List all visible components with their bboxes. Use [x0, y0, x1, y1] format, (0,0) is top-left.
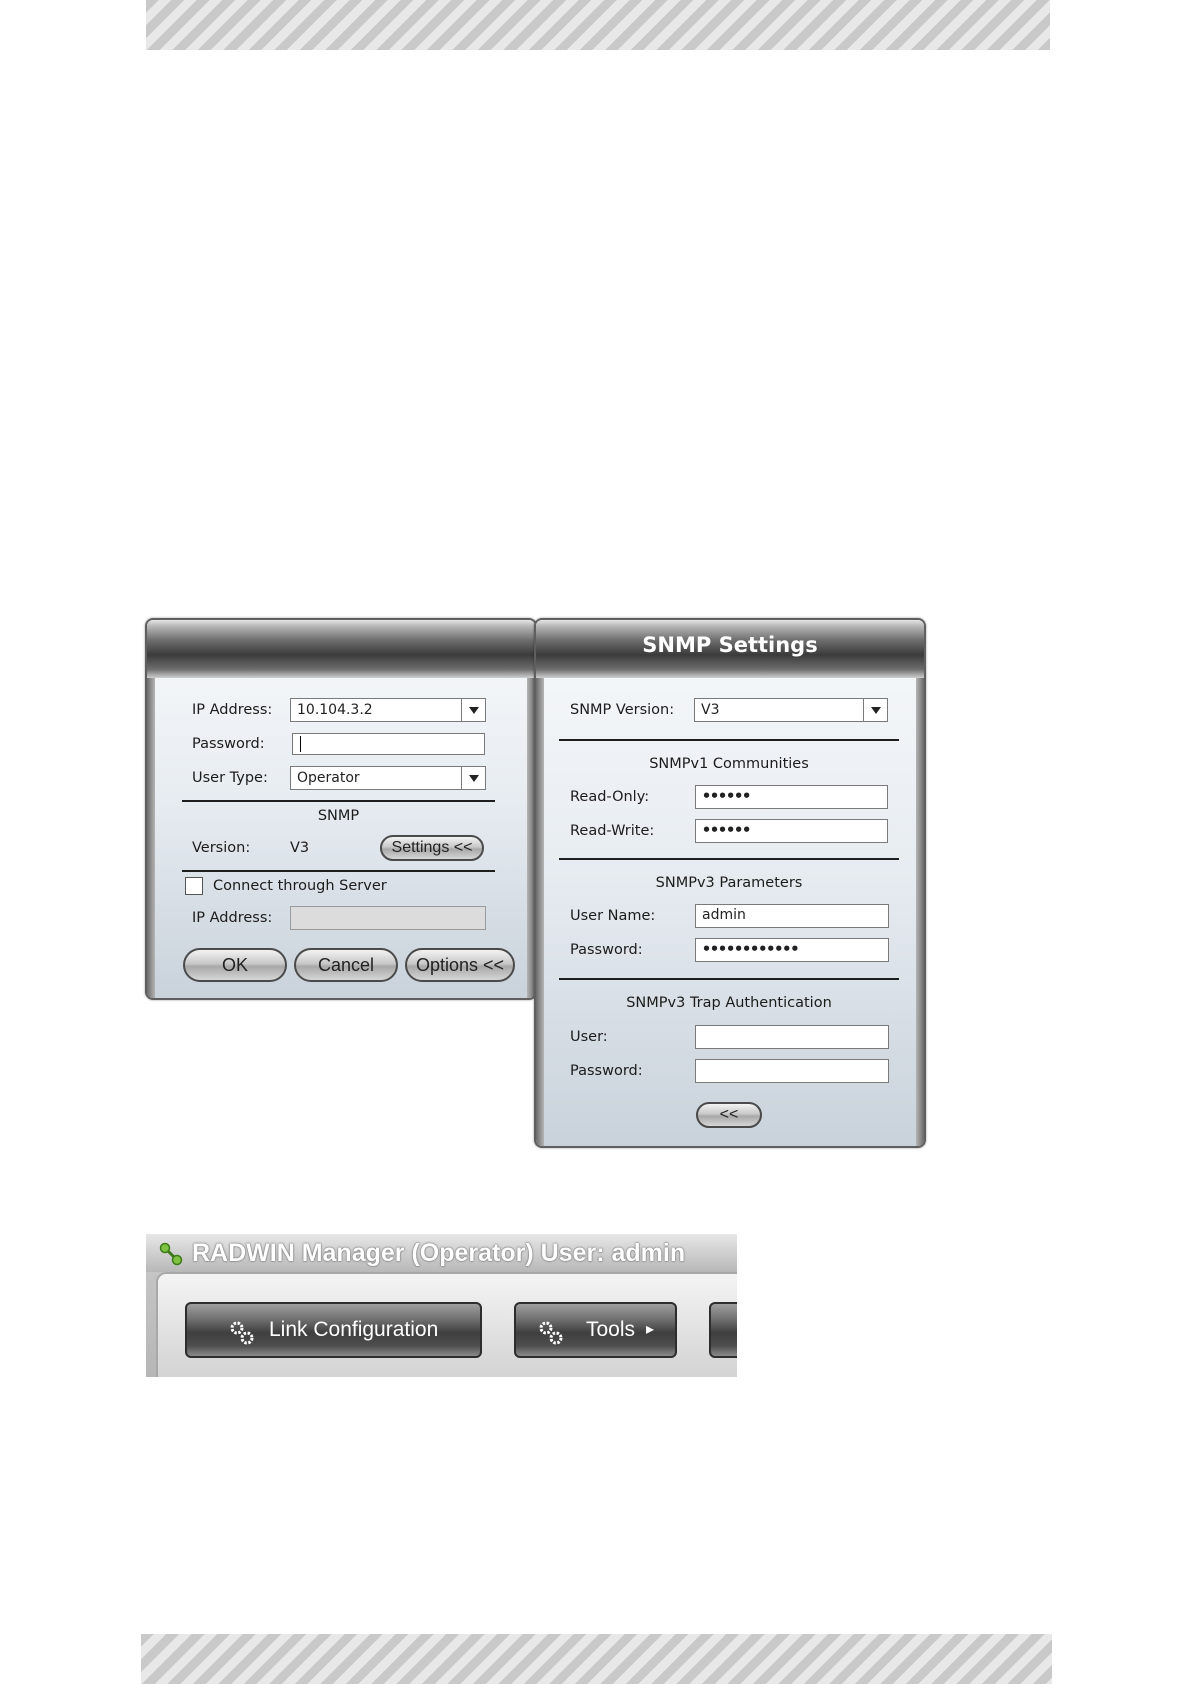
password-input[interactable] [292, 733, 485, 755]
section-divider [559, 739, 899, 741]
trap-user-label: User: [570, 1029, 608, 1045]
user-type-value: Operator [297, 770, 360, 786]
login-dialog: IP Address: 10.104.3.2 Password: User Ty… [145, 618, 537, 1000]
dialog-edge [916, 678, 924, 1146]
read-only-input[interactable]: •••••• [695, 785, 888, 809]
dialog-edge [536, 678, 544, 1146]
cancel-button[interactable]: Cancel [294, 948, 398, 982]
read-write-label: Read-Write: [570, 823, 655, 839]
gears-icon [539, 1321, 563, 1345]
v3-password-label: Password: [570, 942, 643, 958]
user-type-combo[interactable]: Operator [290, 766, 486, 790]
connect-server-label: Connect through Server [213, 878, 387, 894]
link-configuration-label: Link Configuration [269, 1318, 439, 1341]
snmp-dialog-title: SNMP Settings [536, 620, 924, 678]
login-dialog-header [147, 620, 535, 678]
snmp-heading: SNMP [317, 808, 360, 824]
chevron-down-icon[interactable] [461, 767, 485, 789]
v3-password-input[interactable]: •••••••••••• [695, 938, 889, 962]
snmp-settings-dialog: SNMP Settings SNMP Version: V3 SNMPv1 Co… [534, 618, 926, 1148]
header-stripe-band [146, 0, 1050, 50]
next-toolbar-button[interactable] [709, 1302, 737, 1358]
options-button[interactable]: Options << [405, 948, 515, 982]
password-label: Password: [192, 736, 265, 752]
snmp-version-combo[interactable]: V3 [694, 698, 888, 722]
ip-address-combo[interactable]: 10.104.3.2 [290, 698, 486, 722]
trap-user-input[interactable] [695, 1025, 889, 1049]
user-name-label: User Name: [570, 908, 656, 924]
tools-label: Tools [586, 1318, 636, 1341]
trap-password-input[interactable] [695, 1059, 889, 1083]
ip-address-value: 10.104.3.2 [297, 702, 373, 718]
link-configuration-button[interactable]: Link Configuration [185, 1302, 482, 1358]
chevron-right-icon: ▸ [646, 1321, 655, 1338]
footer-stripe-band [141, 1634, 1052, 1684]
chevron-down-icon[interactable] [863, 699, 887, 721]
dialog-edge [147, 678, 155, 998]
snmp-version-label: SNMP Version: [570, 702, 675, 718]
snmpv1-heading: SNMPv1 Communities [649, 756, 809, 772]
trap-password-label: Password: [570, 1063, 643, 1079]
link-icon [159, 1242, 183, 1266]
section-divider [182, 870, 495, 872]
user-type-label: User Type: [192, 770, 268, 786]
ip-address-label: IP Address: [192, 702, 273, 718]
version-value: V3 [290, 840, 310, 856]
window-title: RADWIN Manager (Operator) User: admin [146, 1234, 737, 1272]
gears-icon [230, 1321, 254, 1345]
section-divider [182, 800, 495, 802]
collapse-button[interactable]: << [696, 1102, 762, 1128]
connect-server-checkbox[interactable] [185, 877, 203, 895]
user-name-input[interactable]: admin [695, 904, 889, 928]
section-divider [559, 858, 899, 860]
tools-button[interactable]: Tools ▸ [514, 1302, 677, 1358]
read-only-label: Read-Only: [570, 789, 650, 805]
settings-button[interactable]: Settings << [380, 835, 484, 861]
section-divider [559, 978, 899, 980]
snmp-version-value: V3 [701, 702, 720, 718]
ok-button[interactable]: OK [183, 948, 287, 982]
radwin-manager-window: RADWIN Manager (Operator) User: admin Li… [146, 1234, 737, 1377]
trap-auth-heading: SNMPv3 Trap Authentication [626, 995, 832, 1011]
server-ip-input[interactable] [290, 906, 486, 930]
read-write-input[interactable]: •••••• [695, 819, 888, 843]
text-cursor [300, 736, 301, 752]
server-ip-label: IP Address: [192, 910, 273, 926]
version-label: Version: [192, 840, 251, 856]
snmpv3-heading: SNMPv3 Parameters [655, 875, 803, 891]
chevron-down-icon[interactable] [461, 699, 485, 721]
